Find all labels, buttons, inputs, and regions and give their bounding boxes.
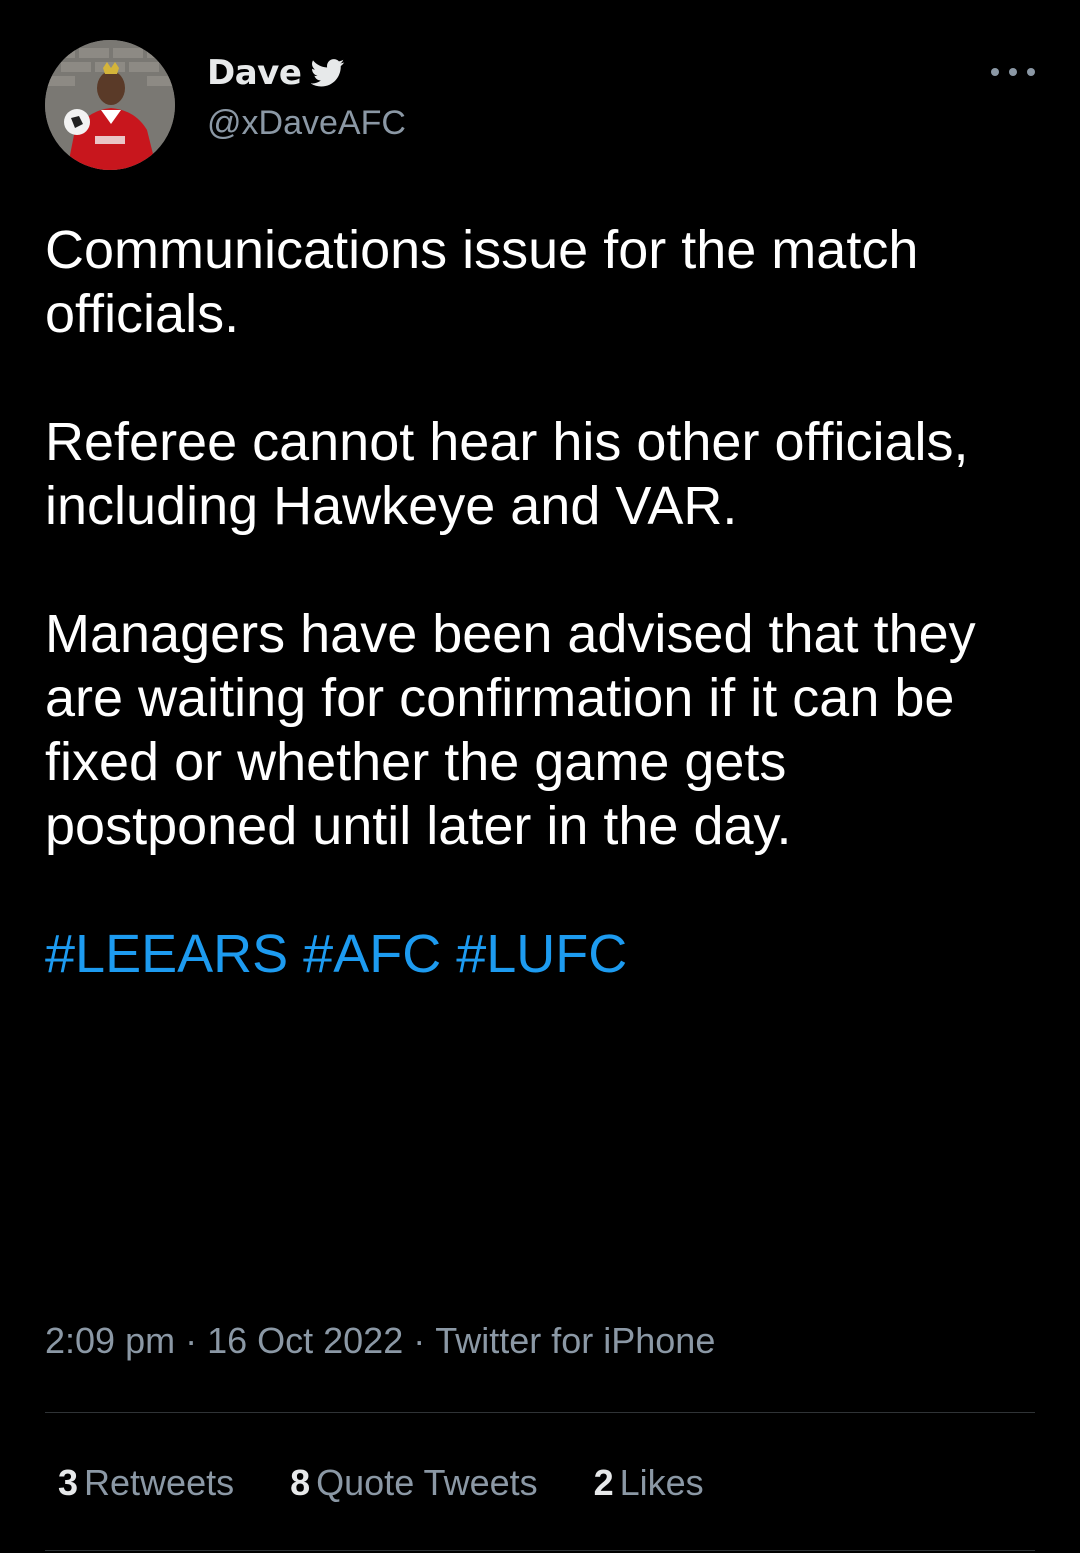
likes-stat[interactable]: 2 Likes <box>594 1462 704 1504</box>
retweets-stat[interactable]: 3 Retweets <box>58 1462 234 1504</box>
retweets-label: Retweets <box>84 1462 235 1503</box>
avatar[interactable] <box>45 40 175 170</box>
tweet-source[interactable]: Twitter for iPhone <box>435 1320 715 1361</box>
more-options-icon[interactable] <box>991 60 1035 84</box>
tweet-metadata: 2:09 pm · 16 Oct 2022 · Twitter for iPhone <box>45 1320 715 1362</box>
tweet-paragraph: Managers have been advised that they are… <box>45 604 976 856</box>
tweet-detail: Dave @xDaveAFC Communications issue for … <box>0 0 1080 1553</box>
dot <box>991 68 999 76</box>
hashtag-link[interactable]: #LEEARS <box>45 924 288 984</box>
tweet-header: Dave @xDaveAFC <box>45 40 1035 170</box>
dot <box>1027 68 1035 76</box>
tweet-paragraph: Referee cannot hear his other officials,… <box>45 412 969 536</box>
divider <box>45 1550 1035 1551</box>
quote-tweets-count: 8 <box>290 1462 311 1503</box>
engagement-stats: 3 Retweets 8 Quote Tweets 2 Likes <box>58 1462 760 1504</box>
separator: · <box>413 1320 426 1361</box>
tweet-date: 16 Oct 2022 <box>207 1320 404 1361</box>
dot <box>1009 68 1017 76</box>
tweet-text: Communications issue for the match offic… <box>45 218 1045 986</box>
twitter-bird-icon <box>311 59 345 87</box>
handle[interactable]: @xDaveAFC <box>207 104 406 143</box>
author-info[interactable]: Dave @xDaveAFC <box>207 50 406 143</box>
retweets-count: 3 <box>58 1462 79 1503</box>
quote-tweets-label: Quote Tweets <box>316 1462 538 1503</box>
divider <box>45 1412 1035 1413</box>
likes-count: 2 <box>593 1462 614 1503</box>
display-name[interactable]: Dave <box>207 53 302 93</box>
hashtags: #LEEARS #AFC #LUFC <box>45 922 1045 986</box>
tweet-paragraph: Communications issue for the match offic… <box>45 220 919 344</box>
hashtag-link[interactable]: #AFC <box>303 924 441 984</box>
avatar-image <box>45 40 175 170</box>
hashtag-link[interactable]: #LUFC <box>456 924 627 984</box>
quote-tweets-stat[interactable]: 8 Quote Tweets <box>290 1462 538 1504</box>
likes-label: Likes <box>619 1462 704 1503</box>
tweet-time: 2:09 pm <box>45 1320 176 1361</box>
separator: · <box>185 1320 198 1361</box>
